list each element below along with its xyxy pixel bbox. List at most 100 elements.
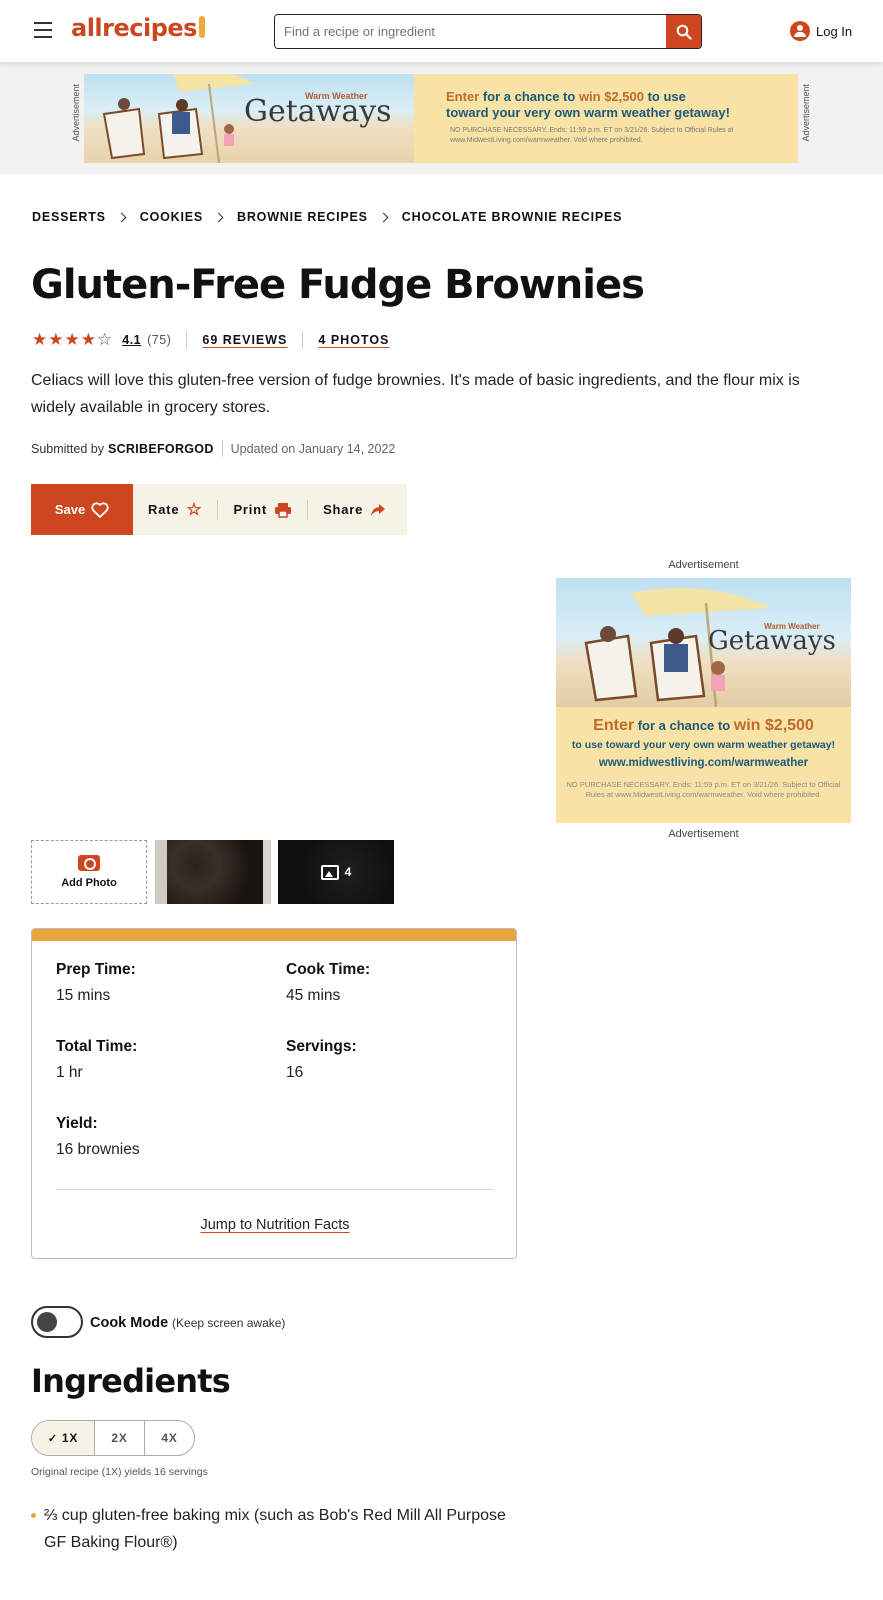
rate-button[interactable]: Rate ☆ (133, 500, 217, 520)
top-ad-banner[interactable]: Warm Weather Getaways Enter for a chance… (84, 74, 798, 163)
gallery-icon (320, 864, 339, 880)
print-button[interactable]: Print (218, 502, 307, 518)
banner-line2: toward your very own warm weather getawa… (446, 105, 730, 120)
recipe-description: Celiacs will love this gluten-free versi… (31, 372, 800, 416)
ingredients-heading: Ingredients (31, 1362, 231, 1400)
prep-time-value: 15 mins (56, 987, 111, 1004)
logo-text: allrecipes (71, 14, 197, 42)
submitted-by-label: Submitted by (31, 441, 104, 456)
servings-label: Servings: (286, 1038, 357, 1055)
divider (302, 331, 304, 349)
scale-1x-option[interactable]: ✓ 1X (32, 1421, 94, 1455)
login-button[interactable]: Log In (790, 21, 852, 41)
servings-scale-selector: ✓ 1X 2X 4X (31, 1420, 195, 1456)
search-button[interactable] (666, 15, 701, 48)
ad-label-bottom: Advertisement (668, 828, 739, 840)
star-full-icon: ★ (48, 330, 64, 349)
divider (186, 331, 188, 349)
side-ad-fine-print: NO PURCHASE NECESSARY. Ends: 11:59 p.m. … (566, 780, 841, 799)
share-arrow-icon (371, 503, 386, 516)
action-bar: Save Rate ☆ Print Share (31, 484, 407, 535)
servings-value: 16 (286, 1064, 304, 1081)
side-ad-big-title: Getaways (708, 626, 836, 656)
yield-value: 16 brownies (56, 1141, 140, 1158)
save-button[interactable]: Save (31, 484, 133, 535)
servings: Servings: 16 (286, 1038, 357, 1082)
check-icon: ✓ (47, 1432, 58, 1445)
save-label: Save (54, 502, 86, 517)
photo-thumbnail[interactable] (155, 840, 271, 904)
photo-gallery-button[interactable]: 4 (278, 840, 394, 904)
jump-to-nutrition-link[interactable]: Jump to Nutrition Facts (32, 1217, 516, 1233)
rating-value: 4.1 (122, 333, 142, 347)
camera-add-icon (78, 855, 100, 871)
breadcrumb: DESSERTS COOKIES BROWNIE RECIPES CHOCOLA… (32, 210, 622, 224)
scale-2x-option[interactable]: 2X (94, 1421, 144, 1455)
recipe-details-card: Prep Time: 15 mins Cook Time: 45 mins To… (31, 928, 517, 1259)
side-ad-banner[interactable]: Warm Weather Getaways Enter for a chance… (556, 578, 851, 823)
banner-big-title: Getaways (244, 94, 392, 129)
cook-time-label: Cook Time: (286, 961, 371, 978)
author-link[interactable]: SCRIBEFORGOD (108, 442, 214, 456)
recipe-title: Gluten-Free Fudge Brownies (31, 262, 645, 308)
add-photo-label: Add Photo (61, 877, 117, 889)
banner-chance: for a chance to (479, 89, 579, 104)
side-ad-prize: win $2,500 (733, 717, 814, 734)
rate-label: Rate (148, 502, 180, 517)
prep-time-label: Prep Time: (56, 961, 136, 978)
ad-label-right: Advertisement (801, 84, 811, 142)
cook-mode-toggle[interactable] (31, 1306, 83, 1338)
side-ad-chance: for a chance to (634, 718, 734, 733)
heart-icon (91, 501, 109, 518)
chevron-right-icon (378, 212, 389, 222)
scale-1x-label: 1X (61, 1431, 79, 1445)
banner-prize: win $2,500 (578, 89, 644, 104)
yield-label: Yield: (56, 1115, 98, 1132)
scale-4x-option[interactable]: 4X (144, 1421, 194, 1455)
chevron-right-icon (213, 212, 224, 222)
breadcrumb-desserts[interactable]: DESSERTS (32, 210, 106, 224)
total-time: Total Time: 1 hr (56, 1038, 137, 1082)
toggle-knob (37, 1312, 57, 1332)
star-rating[interactable]: ★ ★ ★ ★ ☆ (32, 330, 112, 350)
logo[interactable]: allrecipes (71, 14, 205, 42)
cook-mode-hint: (Keep screen awake) (172, 1316, 286, 1330)
scale-4x-label: 4X (161, 1431, 178, 1445)
menu-icon[interactable] (34, 22, 52, 38)
star-full-icon: ★ (64, 330, 80, 349)
share-button[interactable]: Share (308, 502, 401, 517)
login-label: Log In (816, 23, 853, 39)
photos-link[interactable]: 4 PHOTOS (318, 333, 389, 347)
banner-headline: Enter for a chance to win $2,500 to use … (446, 89, 786, 121)
ad-label-top: Advertisement (668, 559, 739, 571)
byline: Submitted by SCRIBEFORGOD Updated on Jan… (31, 440, 395, 457)
banner-enter: Enter (446, 89, 480, 104)
share-label: Share (323, 502, 364, 517)
breadcrumb-cookies[interactable]: COOKIES (140, 210, 203, 224)
breadcrumb-brownie-recipes[interactable]: BROWNIE RECIPES (237, 210, 368, 224)
cook-mode-title: Cook Mode (90, 1315, 169, 1331)
side-ad-enter: Enter (593, 717, 635, 734)
prep-time: Prep Time: 15 mins (56, 961, 136, 1005)
banner-fine-print: NO PURCHASE NECESSARY. Ends: 11:59 p.m. … (450, 127, 734, 144)
star-full-icon: ★ (32, 330, 48, 349)
user-icon (790, 21, 810, 41)
rating-count: (75) (147, 333, 172, 347)
total-time-label: Total Time: (56, 1038, 138, 1055)
original-yield-note: Original recipe (1X) yields 16 servings (31, 1466, 208, 1478)
star-full-icon: ★ (80, 330, 96, 349)
cook-time: Cook Time: 45 mins (286, 961, 370, 1005)
chevron-right-icon (116, 212, 127, 222)
printer-icon (275, 502, 292, 518)
breadcrumb-chocolate-brownie-recipes[interactable]: CHOCOLATE BROWNIE RECIPES (402, 210, 622, 224)
yield: Yield: 16 brownies (56, 1115, 140, 1159)
side-ad-sub: to use toward your very own warm weather… (571, 739, 836, 751)
print-label: Print (233, 502, 268, 517)
scale-2x-label: 2X (111, 1431, 128, 1445)
search-input[interactable] (275, 15, 667, 48)
updated-date: Updated on January 14, 2022 (230, 441, 396, 456)
reviews-link[interactable]: 69 REVIEWS (202, 333, 287, 347)
add-photo-button[interactable]: Add Photo (31, 840, 147, 904)
card-accent-bar (32, 929, 516, 941)
ad-label-left: Advertisement (71, 84, 81, 142)
